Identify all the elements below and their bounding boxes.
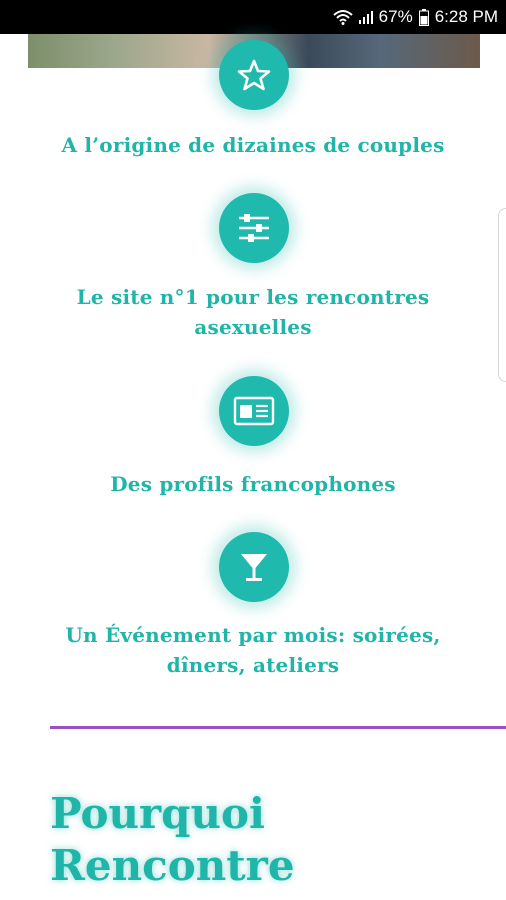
section-divider	[50, 726, 506, 729]
star-icon	[219, 40, 289, 110]
sliders-icon	[219, 193, 289, 263]
edge-panel-handle[interactable]	[498, 208, 506, 382]
clock-time: 6:28 PM	[434, 7, 498, 26]
wifi-icon	[332, 9, 353, 25]
id-card-icon	[219, 376, 289, 446]
status-bar: 67% 6:28 PM	[0, 0, 506, 34]
battery-icon	[418, 8, 429, 26]
feature-text-profiles: Des profils francophones	[110, 472, 396, 496]
battery-percent: 67%	[378, 7, 413, 26]
feature-text-couples: A l’origine de dizaines de couples	[61, 133, 445, 157]
cocktail-glass-icon	[219, 532, 289, 602]
feature-text-site: Le site n°1 pour les rencontres asexuell…	[76, 285, 430, 339]
section-title: Pourquoi Rencontre	[50, 789, 295, 890]
signal-icon	[358, 10, 373, 24]
feature-text-events: Un Événement par mois: soirées, dîners, …	[65, 623, 441, 677]
